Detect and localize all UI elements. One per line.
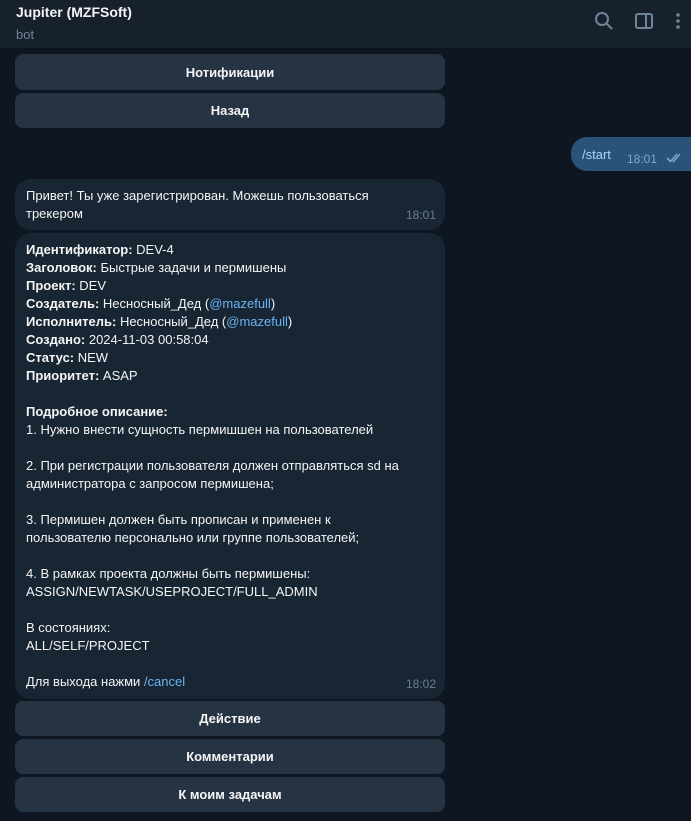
my-tasks-button[interactable]: К моим задачам: [15, 777, 445, 812]
message-time: 18:01: [627, 152, 658, 166]
task-details-message: Идентификатор: DEV-4 Заголовок: Быстрые …: [15, 233, 445, 699]
double-check-icon: [666, 151, 684, 169]
comments-button[interactable]: Комментарии: [15, 739, 445, 774]
creator-mention-link[interactable]: @mazefull: [209, 296, 271, 311]
states-value: ALL/SELF/PROJECT: [26, 638, 150, 653]
states-heading: В состояниях:: [26, 620, 111, 635]
action-button[interactable]: Действие: [15, 701, 445, 736]
task-project-row: Проект: DEV: [26, 278, 107, 293]
task-id-row: Идентификатор: DEV-4: [26, 242, 174, 257]
chat-title[interactable]: Jupiter (MZFSoft): [16, 4, 675, 21]
assignee-mention-link[interactable]: @mazefull: [226, 314, 288, 329]
message-time: 18:02: [405, 677, 436, 691]
more-icon[interactable]: [673, 10, 683, 32]
outgoing-message: /start 18:01: [571, 137, 691, 171]
description-heading: Подробное описание:: [26, 404, 168, 419]
task-priority-row: Приоритет: ASAP: [26, 368, 138, 383]
cancel-command-link[interactable]: /cancel: [144, 674, 185, 689]
message-text: Привет! Ты уже зарегистрирован. Можешь п…: [26, 188, 373, 221]
back-button[interactable]: Назад: [15, 93, 445, 128]
task-assignee-row: Исполнитель: Несносный_Дед (@mazefull): [26, 314, 293, 329]
description-line: 2. При регистрации пользователя должен о…: [26, 458, 399, 473]
description-line: администратора с запросом пермишена;: [26, 476, 274, 491]
chat-header: Jupiter (MZFSoft) bot: [0, 0, 691, 48]
search-icon[interactable]: [593, 10, 615, 32]
sidebar-toggle-icon[interactable]: [633, 10, 655, 32]
exit-hint: Для выхода нажми /cancel: [26, 674, 186, 689]
welcome-message: Привет! Ты уже зарегистрирован. Можешь п…: [15, 179, 445, 230]
message-time: 18:01: [405, 208, 436, 222]
task-status-row: Статус: NEW: [26, 350, 109, 365]
description-line: ASSIGN/NEWTASK/USEPROJECT/FULL_ADMIN: [26, 584, 318, 599]
notifications-button[interactable]: Нотификации: [15, 54, 445, 90]
task-creator-row: Создатель: Несносный_Дед (@mazefull): [26, 296, 276, 311]
description-line: 1. Нужно внести сущность пермишшен на по…: [26, 422, 374, 437]
task-created-row: Создано: 2024-11-03 00:58:04: [26, 332, 209, 347]
header-actions: [593, 10, 691, 32]
task-title-row: Заголовок: Быстрые задачи и пермишены: [26, 260, 287, 275]
start-command-link[interactable]: /start: [582, 147, 611, 162]
description-line: пользователю персонально или группе поль…: [26, 530, 360, 545]
description-line: 3. Пермишен должен быть прописан и приме…: [26, 512, 331, 527]
chat-subtitle: bot: [16, 27, 35, 42]
description-line: 4. В рамках проекта должны быть пермишен…: [26, 566, 311, 581]
